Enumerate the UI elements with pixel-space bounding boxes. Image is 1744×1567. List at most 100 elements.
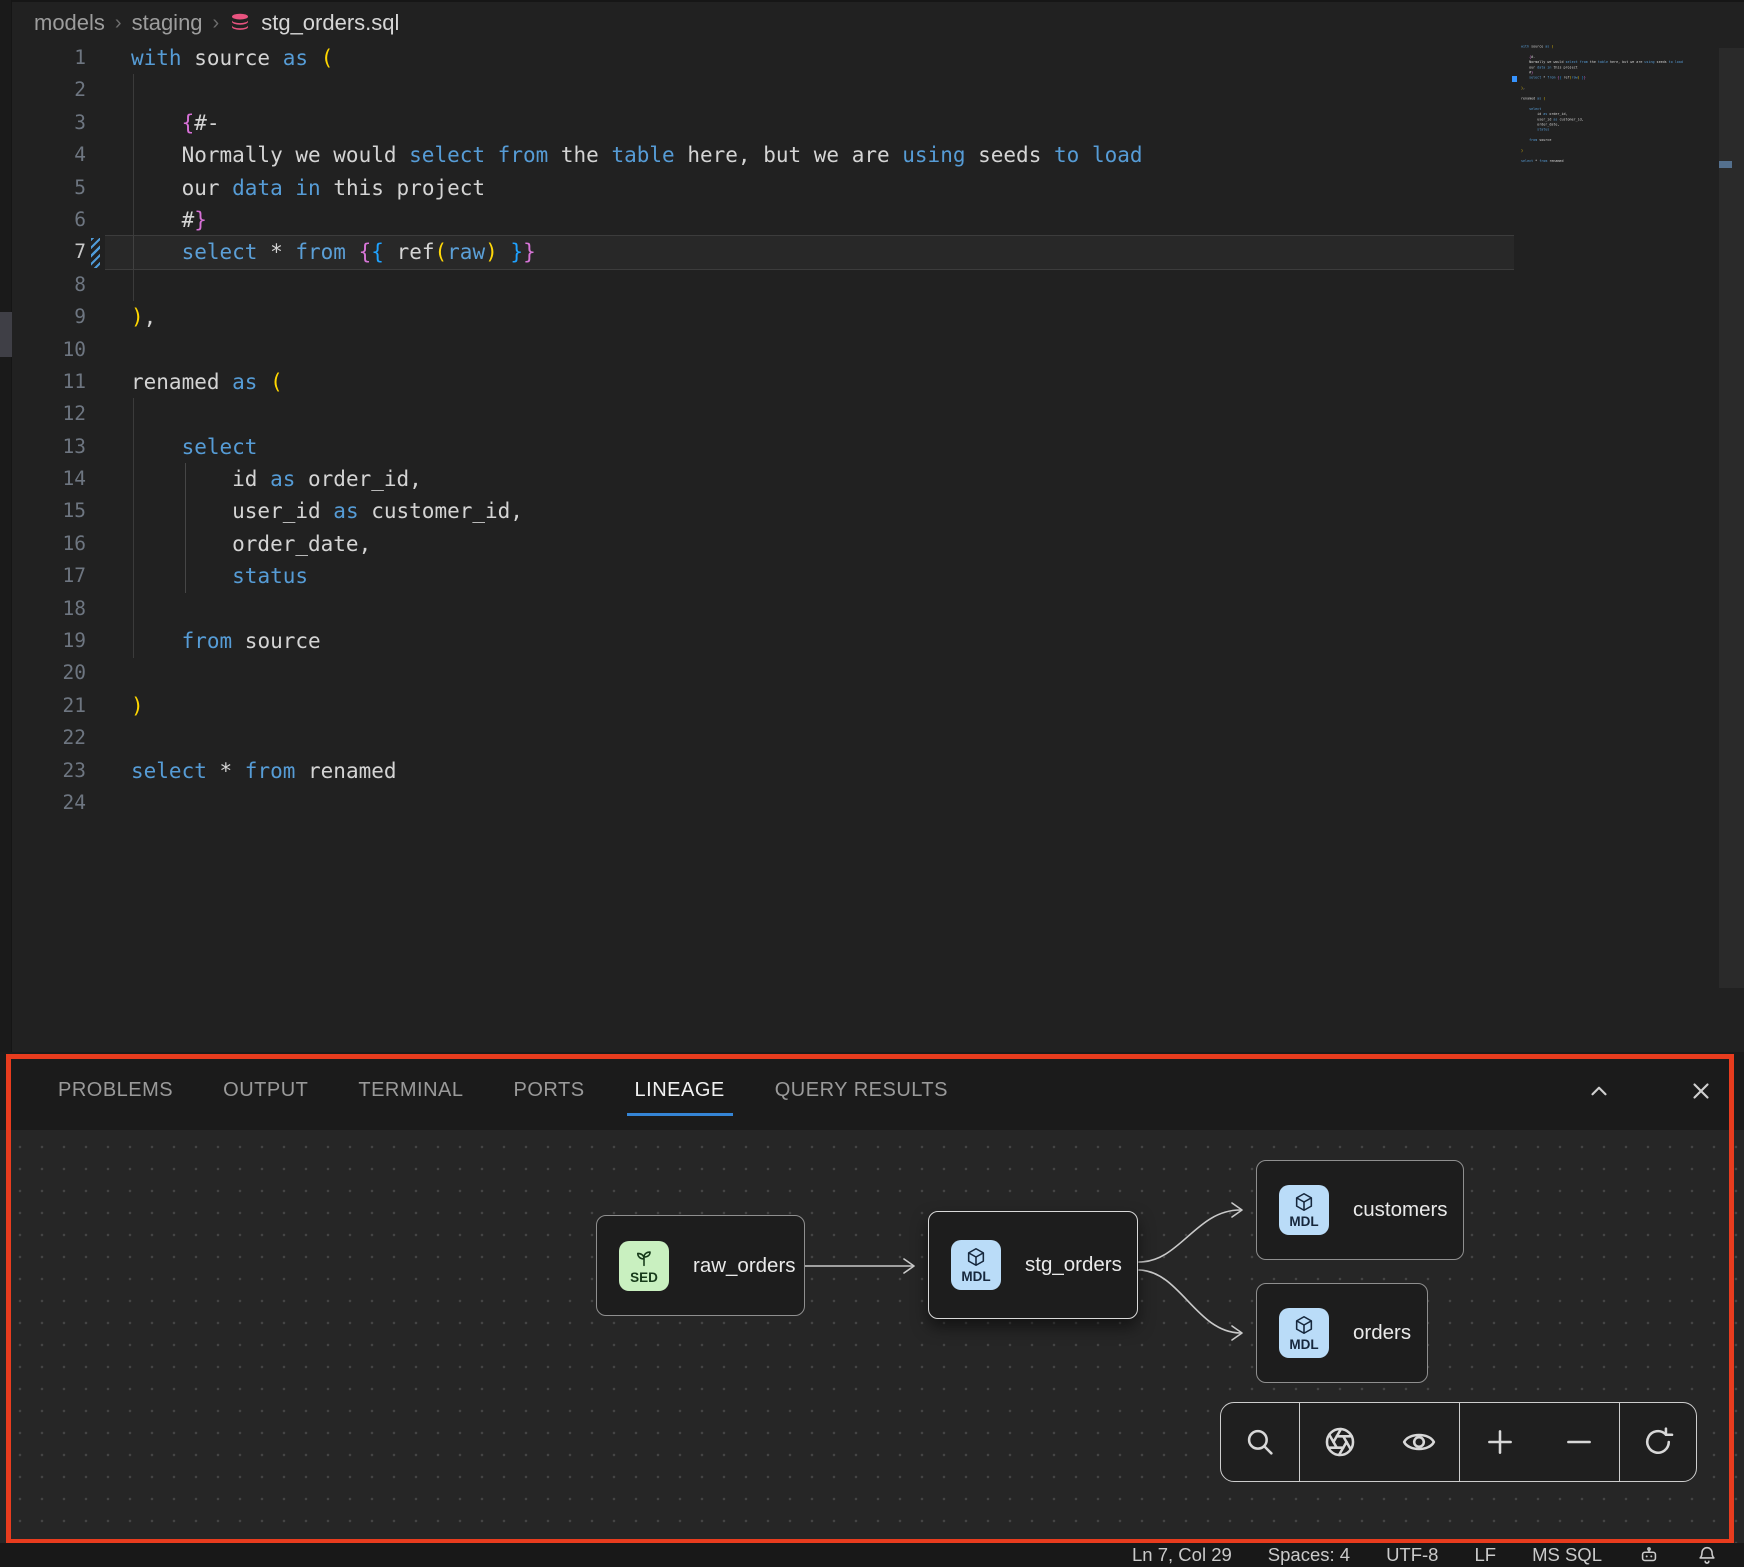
- bell-icon[interactable]: [1696, 1544, 1718, 1566]
- code-line[interactable]: 9),: [0, 301, 1744, 333]
- gutter-modified-marker: [91, 367, 100, 397]
- code-text[interactable]: [100, 593, 144, 625]
- line-number: 4: [0, 139, 86, 171]
- code-text[interactable]: [100, 722, 144, 754]
- code-text[interactable]: id as order_id,: [100, 463, 422, 495]
- code-line[interactable]: 18: [0, 593, 1744, 625]
- code-line[interactable]: 2: [0, 74, 1744, 106]
- code-text[interactable]: [100, 657, 144, 689]
- zoom-in-icon[interactable]: [1483, 1425, 1517, 1459]
- code-line[interactable]: 12: [0, 398, 1744, 430]
- gutter-modified-marker: [91, 335, 100, 365]
- code-line[interactable]: 4 Normally we would select from the tabl…: [0, 139, 1744, 171]
- code-line[interactable]: 13 select: [0, 431, 1744, 463]
- code-line[interactable]: 7 select * from {{ ref(raw) }}: [0, 236, 1744, 268]
- code-text[interactable]: #}: [100, 204, 207, 236]
- tab-ports[interactable]: PORTS: [512, 1067, 587, 1116]
- status-item[interactable]: LF: [1474, 1544, 1496, 1566]
- breadcrumb-item-staging[interactable]: staging: [132, 10, 203, 36]
- model-badge: MDL: [951, 1240, 1001, 1290]
- refresh-icon[interactable]: [1641, 1425, 1675, 1459]
- code-text[interactable]: Normally we would select from the table …: [100, 139, 1143, 171]
- code-text[interactable]: select * from renamed: [100, 755, 397, 787]
- gutter-modified-marker: [91, 756, 100, 786]
- lineage-node-stg-orders[interactable]: MDL stg_orders: [928, 1211, 1138, 1319]
- code-line[interactable]: 23select * from renamed: [0, 755, 1744, 787]
- code-text[interactable]: [100, 334, 144, 366]
- code-line[interactable]: 10: [0, 334, 1744, 366]
- editor-scrollbar[interactable]: [1719, 48, 1744, 988]
- line-number: 9: [0, 301, 86, 333]
- tab-lineage[interactable]: LINEAGE: [633, 1067, 727, 1116]
- code-text[interactable]: ),: [100, 301, 156, 333]
- code-line[interactable]: 14 id as order_id,: [0, 463, 1744, 495]
- eye-icon[interactable]: [1402, 1425, 1436, 1459]
- lineage-canvas[interactable]: SED raw_orders MDL stg_orders MD: [0, 1130, 1744, 1543]
- code-line[interactable]: 15 user_id as customer_id,: [0, 495, 1744, 527]
- breadcrumb-item-file[interactable]: stg_orders.sql: [261, 10, 399, 36]
- database-icon: [229, 12, 251, 34]
- tab-output[interactable]: OUTPUT: [221, 1067, 310, 1116]
- code-text[interactable]: with source as (: [100, 42, 333, 74]
- code-line[interactable]: 8: [0, 269, 1744, 301]
- tab-terminal[interactable]: TERMINAL: [356, 1067, 465, 1116]
- code-text[interactable]: {#-: [100, 107, 220, 139]
- model-badge: MDL: [1279, 1185, 1329, 1235]
- status-bar: Ln 7, Col 29 Spaces: 4 UTF-8 LF MS SQL: [0, 1543, 1744, 1567]
- tab-query-results[interactable]: QUERY RESULTS: [773, 1067, 950, 1116]
- tab-problems[interactable]: PROBLEMS: [56, 1067, 175, 1116]
- lineage-node-orders[interactable]: MDL orders: [1256, 1283, 1428, 1383]
- close-icon[interactable]: [1688, 1078, 1714, 1104]
- status-item[interactable]: Ln 7, Col 29: [1132, 1544, 1232, 1566]
- code-line[interactable]: 22: [0, 722, 1744, 754]
- code-text[interactable]: ): [100, 690, 144, 722]
- gutter-modified-marker: [91, 205, 100, 235]
- code-line[interactable]: 20: [0, 657, 1744, 689]
- code-line[interactable]: 24: [0, 787, 1744, 819]
- code-text[interactable]: select * from {{ ref(raw) }}: [100, 236, 536, 268]
- line-number: 11: [0, 366, 86, 398]
- lineage-node-customers[interactable]: MDL customers: [1256, 1160, 1464, 1260]
- code-text[interactable]: status: [100, 560, 308, 592]
- code-text[interactable]: renamed as (: [100, 366, 283, 398]
- code-line[interactable]: 16 order_date,: [0, 528, 1744, 560]
- code-text[interactable]: [100, 398, 144, 430]
- code-line[interactable]: 1with source as (: [0, 42, 1744, 74]
- code-editor[interactable]: 1with source as (2 3 {#-4 Normally we wo…: [0, 42, 1744, 819]
- code-line[interactable]: 6 #}: [0, 204, 1744, 236]
- lineage-node-raw-orders[interactable]: SED raw_orders: [596, 1215, 805, 1316]
- breadcrumb-item-models[interactable]: models: [34, 10, 105, 36]
- code-text[interactable]: [100, 269, 144, 301]
- code-line[interactable]: 5 our data in this project: [0, 172, 1744, 204]
- aperture-icon[interactable]: [1323, 1425, 1357, 1459]
- copilot-robot-icon[interactable]: [1638, 1544, 1660, 1566]
- chevron-up-icon[interactable]: [1586, 1078, 1612, 1104]
- gutter-modified-marker: [91, 561, 100, 591]
- overview-ruler-marker: [1719, 161, 1732, 168]
- gutter-modified-marker: [91, 108, 100, 138]
- zoom-out-icon[interactable]: [1562, 1425, 1596, 1459]
- status-item[interactable]: Spaces: 4: [1268, 1544, 1350, 1566]
- code-line[interactable]: 11 renamed as (: [0, 366, 1744, 398]
- code-line[interactable]: 19 from source: [0, 625, 1744, 657]
- search-icon[interactable]: [1243, 1425, 1277, 1459]
- status-item[interactable]: UTF-8: [1386, 1544, 1438, 1566]
- code-text[interactable]: order_date,: [100, 528, 371, 560]
- badge-label: MDL: [1289, 1337, 1318, 1352]
- code-text[interactable]: our data in this project: [100, 172, 485, 204]
- line-number: 12: [0, 398, 86, 430]
- code-text[interactable]: select: [100, 431, 257, 463]
- minimap[interactable]: with source as ( {#- Normally we would s…: [1521, 44, 1697, 904]
- badge-label: MDL: [1289, 1214, 1318, 1229]
- code-line[interactable]: 21): [0, 690, 1744, 722]
- code-text[interactable]: [100, 787, 144, 819]
- code-text[interactable]: [100, 74, 144, 106]
- code-text[interactable]: user_id as customer_id,: [100, 495, 523, 527]
- gutter-modified-marker: [91, 270, 100, 300]
- status-item[interactable]: MS SQL: [1532, 1544, 1602, 1566]
- code-text[interactable]: from source: [100, 625, 321, 657]
- breadcrumb: models › staging › stg_orders.sql: [34, 8, 399, 38]
- code-line[interactable]: 3 {#-: [0, 107, 1744, 139]
- line-number: 2: [0, 74, 86, 106]
- code-line[interactable]: 17 status: [0, 560, 1744, 592]
